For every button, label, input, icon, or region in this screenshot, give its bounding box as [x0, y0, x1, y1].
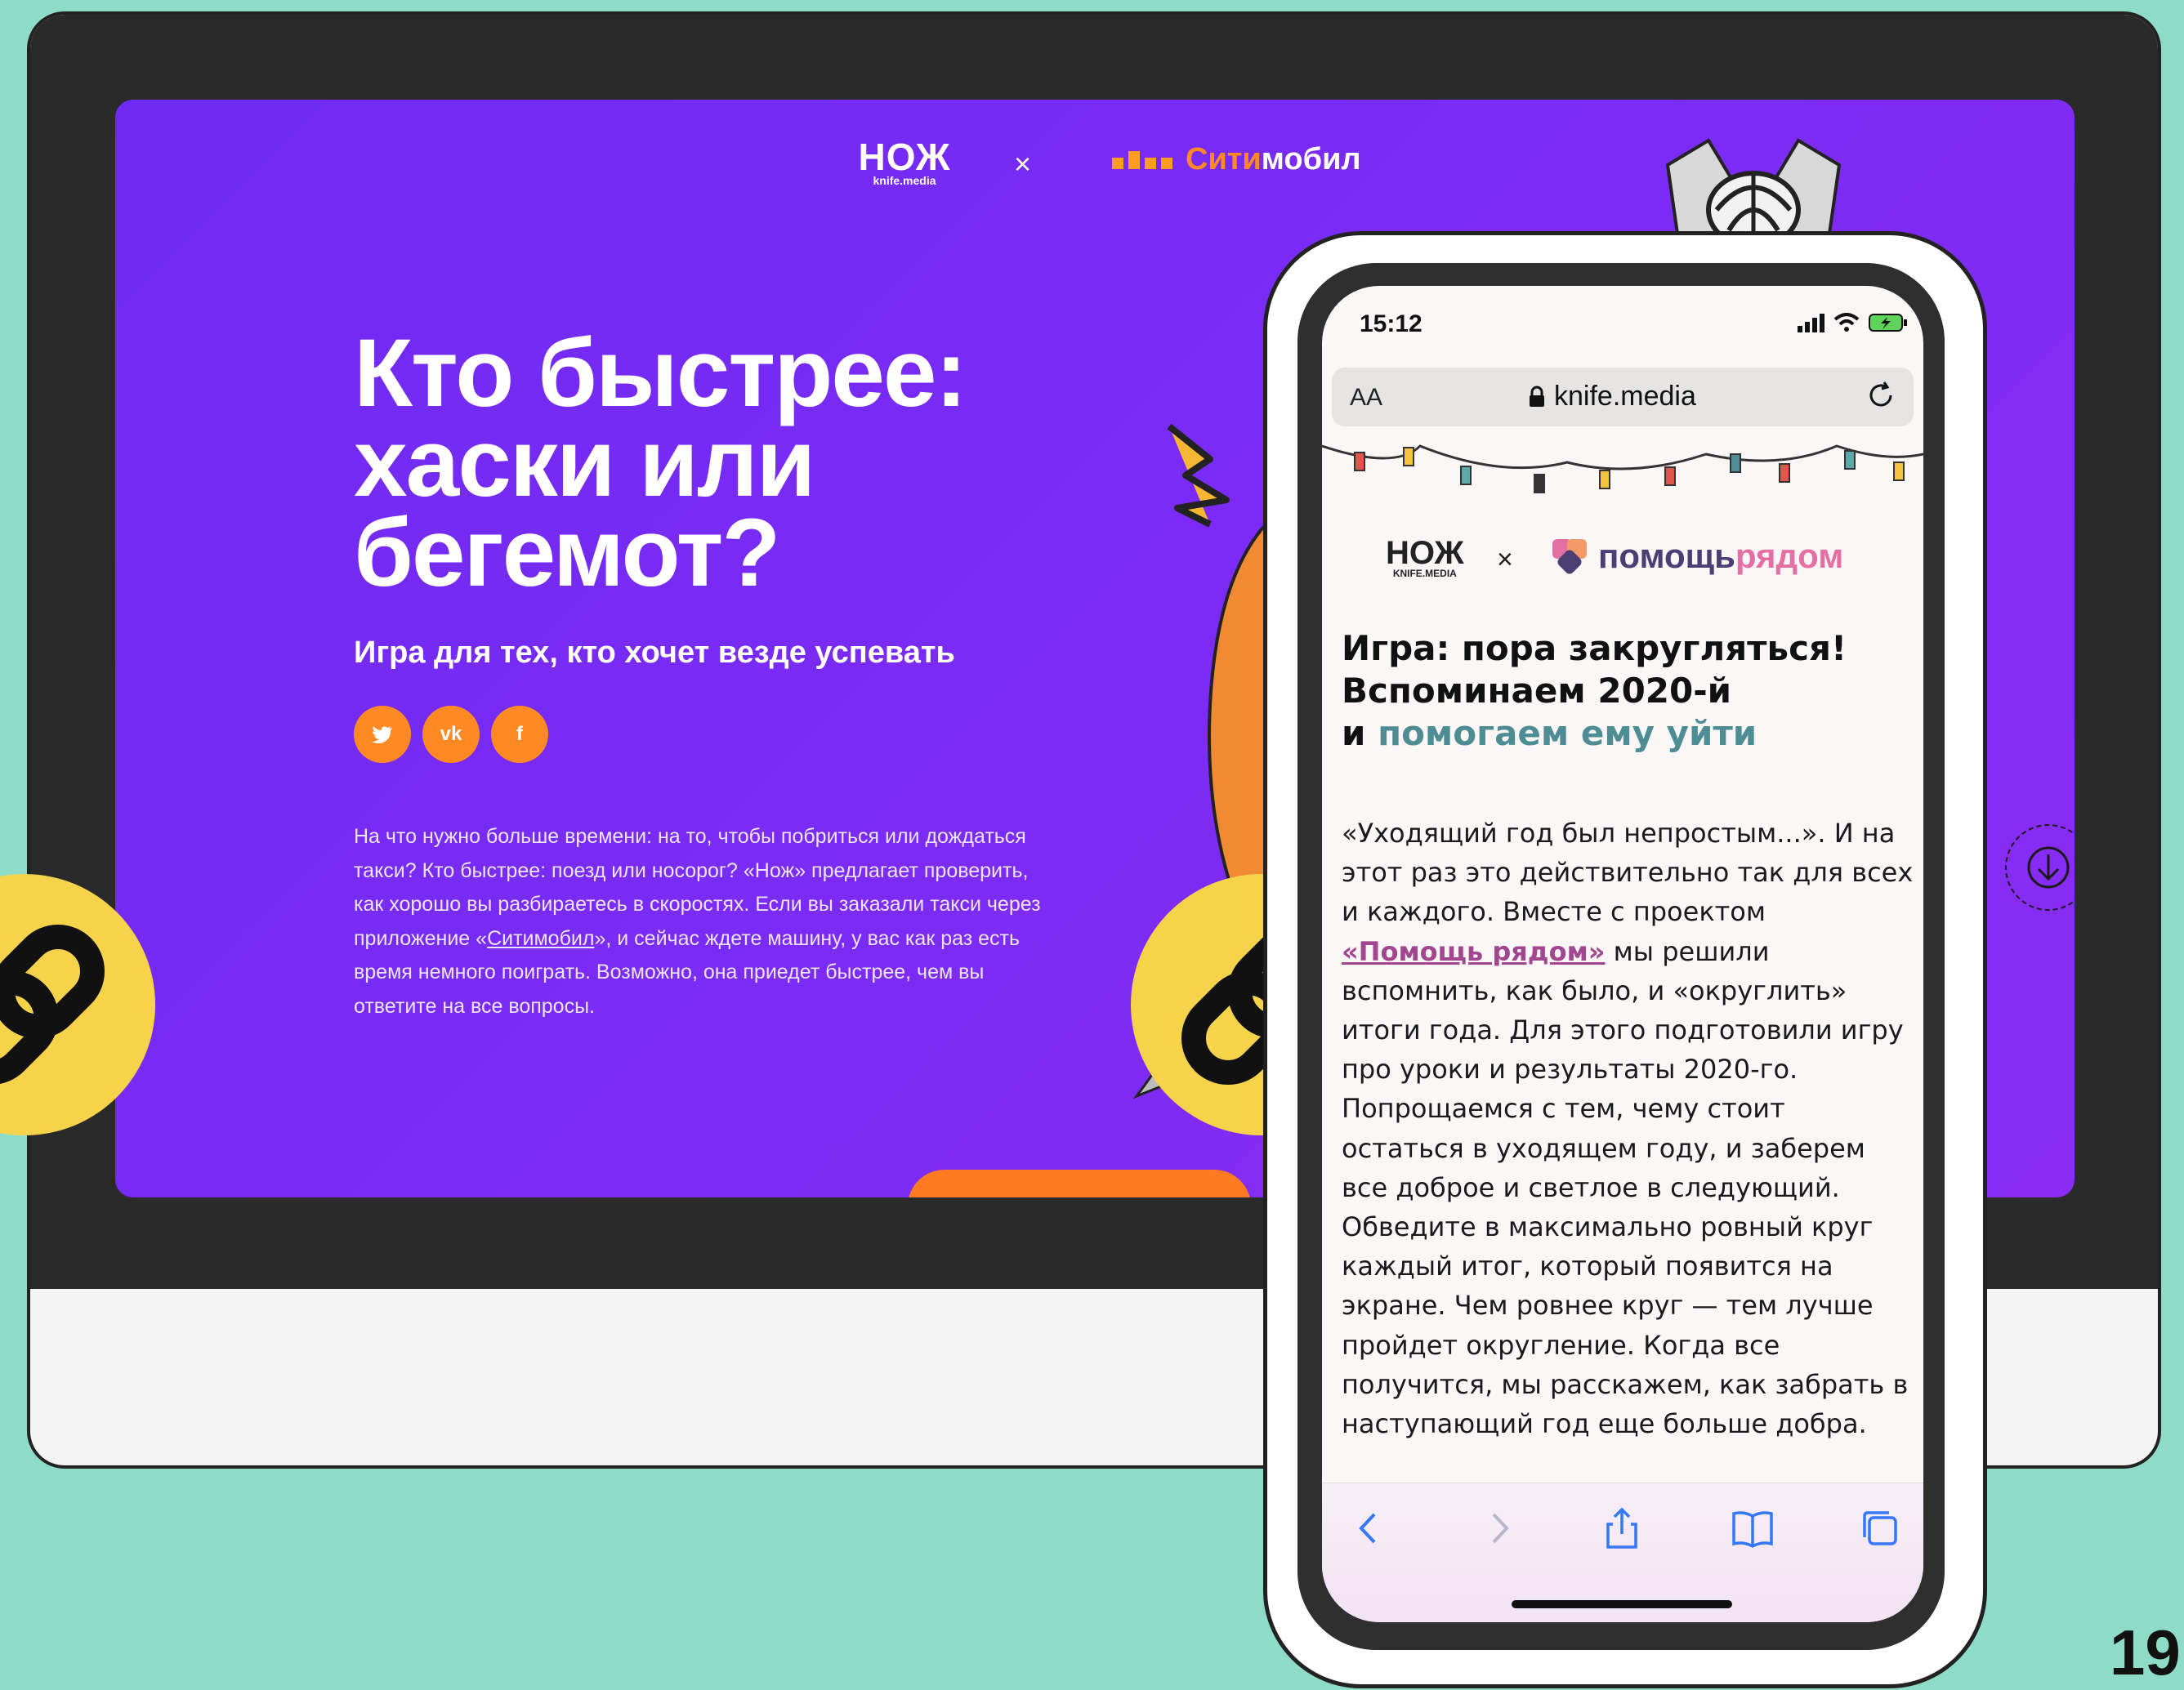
citimobil-link[interactable]: Ситимобил — [487, 927, 594, 950]
pomosh-logo-part1: помощь — [1598, 537, 1735, 575]
lock-icon — [1530, 386, 1544, 407]
share-icon[interactable] — [1600, 1506, 1644, 1550]
intro-paragraph: На что нужно больше времени: на то, чтоб… — [354, 820, 1056, 1023]
pomosh-logo-part2: рядом — [1735, 537, 1844, 575]
page-title: Кто быстрее: хаски или бегемот? — [354, 319, 1105, 607]
article-title-highlight: помогаем ему уйти — [1378, 713, 1757, 753]
phone-logo-sub: KNIFE.MEDIA — [1392, 568, 1457, 579]
tabs-icon[interactable] — [1858, 1506, 1902, 1550]
article-body: «Уходящий год был непростым...». И на эт… — [1342, 814, 1914, 1443]
vk-share-button[interactable]: vk — [422, 706, 480, 763]
arrow-down-icon — [2027, 846, 2070, 889]
url-field[interactable]: knife.media — [1528, 381, 1696, 412]
vk-icon: vk — [440, 723, 462, 745]
signal-icon — [1798, 314, 1824, 332]
browser-toolbar — [1322, 1483, 1923, 1622]
citimobil-logo-part1: Сити — [1186, 142, 1262, 176]
twitter-icon — [372, 726, 392, 743]
headline-line-3: бегемот? — [354, 499, 780, 607]
headline-line-2: хаски или — [354, 409, 815, 517]
facebook-share-button[interactable]: f — [491, 706, 548, 763]
home-indicator — [1512, 1600, 1732, 1608]
article-title-and: и — [1342, 713, 1378, 753]
article-title-line-2: Вспоминаем 2020-й — [1342, 671, 1732, 711]
link-badge-left — [0, 874, 155, 1135]
article-text-part1: «Уходящий год был непростым...». И на эт… — [1342, 818, 1914, 928]
pomosh-ryadom-icon — [1552, 539, 1587, 574]
reload-icon[interactable] — [1865, 379, 1897, 412]
status-bar-time: 15:12 — [1360, 310, 1423, 337]
headline-line-1: Кто быстрее: — [354, 319, 967, 427]
phone-nozh-logo[interactable]: НОЖ KNIFE.MEDIA — [1386, 537, 1464, 578]
battery-icon — [1869, 314, 1907, 332]
url-text: knife.media — [1554, 381, 1696, 412]
citimobil-dots-icon — [1112, 150, 1172, 169]
bookmarks-icon[interactable] — [1731, 1506, 1775, 1550]
pomosh-ryadom-logo[interactable]: помощьрядом — [1549, 536, 1843, 577]
garland-decoration — [1322, 444, 1923, 493]
nozh-logo-main: НОЖ — [858, 136, 951, 178]
page-subtitle: Игра для тех, кто хочет везде успевать — [354, 635, 955, 670]
forward-icon[interactable] — [1477, 1506, 1521, 1550]
link-icon — [0, 924, 105, 1086]
status-bar-icons — [1796, 312, 1909, 333]
article-text-part2: мы решили вспомнить, как было, и «округл… — [1342, 935, 1909, 1440]
phone-logo-main: НОЖ — [1386, 535, 1464, 571]
twitter-share-button[interactable] — [354, 706, 411, 763]
facebook-icon: f — [516, 723, 523, 745]
text-size-button[interactable]: AA — [1350, 384, 1382, 412]
wifi-icon — [1833, 313, 1860, 332]
phone-collab-separator: × — [1497, 544, 1513, 575]
citimobil-logo[interactable]: Ситимобил — [1112, 142, 1361, 177]
nozh-logo[interactable]: НОЖ knife.media — [855, 136, 954, 186]
scroll-down-badge[interactable] — [1999, 818, 2075, 916]
pomosh-ryadom-link[interactable]: «Помощь рядом» — [1342, 936, 1605, 967]
phone-screen: 15:12 AA knife.media НОЖ KNIFE.MEDIA × п… — [1322, 286, 1923, 1622]
page-number: 19 — [2110, 1616, 2181, 1688]
collab-separator: × — [1014, 147, 1032, 181]
article-title: Игра: пора закругляться! Вспоминаем 2020… — [1342, 627, 1914, 755]
browser-address-bar[interactable]: AA knife.media — [1332, 368, 1914, 426]
back-icon[interactable] — [1347, 1506, 1391, 1550]
start-game-button[interactable] — [908, 1170, 1251, 1197]
article-title-line-1: Игра: пора закругляться! — [1342, 628, 1847, 668]
citimobil-logo-part2: мобил — [1261, 142, 1361, 176]
